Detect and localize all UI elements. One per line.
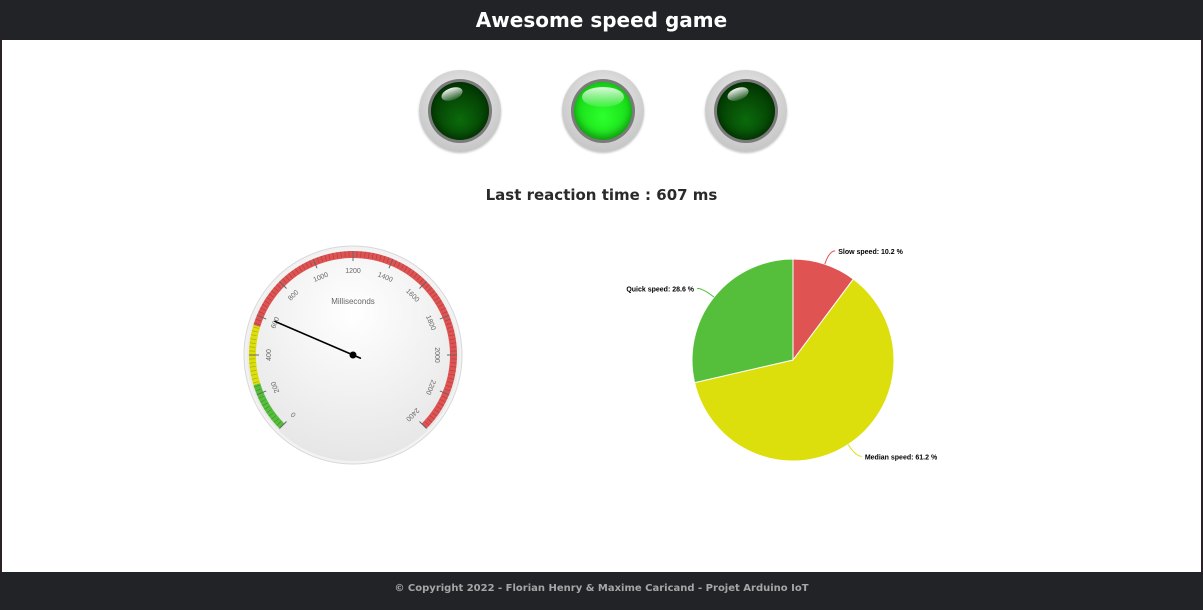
speed-pie-chart: Slow speed: 10.2 % Median speed: 61.2 % Qu…: [590, 232, 970, 477]
gauge-tick-label: 2000: [433, 347, 440, 363]
gauge-tick-label: 1200: [345, 268, 361, 275]
pie-label-connector: [696, 287, 715, 298]
led-right: [705, 70, 787, 152]
page-title: Awesome speed game: [475, 8, 728, 32]
led-middle-core: [574, 82, 632, 140]
reaction-gauge: 0 200 400 600 800 1000 1200 1400 1600 1800 2000 220…: [238, 240, 468, 470]
led-left-core: [431, 82, 489, 140]
copyright-text: © Copyright 2022 - Florian Henry & Maxim…: [394, 583, 809, 594]
page-header: Awesome speed game: [0, 0, 1203, 40]
pie-svg: Slow speed: 10.2 % Median speed: 61.2 % Qu…: [626, 249, 938, 462]
gauge-svg: 0200400600800100012001400160018002000220…: [243, 245, 463, 465]
last-reaction-time: Last reaction time : 607 ms: [485, 186, 718, 204]
pie-label-0: Slow speed: 10.2 %: [838, 249, 903, 256]
gauge-tick-label: 400: [266, 349, 273, 361]
gauge-title: Milliseconds: [331, 297, 375, 306]
led-left: [419, 70, 501, 152]
led-right-core: [717, 82, 775, 140]
pie-label-2: Quick speed: 28.6 %: [626, 286, 694, 293]
page-footer: © Copyright 2022 - Florian Henry & Maxim…: [0, 572, 1203, 610]
led-panel: [0, 70, 1203, 152]
led-middle: [562, 70, 644, 152]
pie-label-connector: [847, 444, 862, 457]
pie-label-1: Median speed: 61.2 %: [865, 454, 938, 461]
gauge-pivot: [349, 351, 357, 359]
pie-label-connector: [824, 250, 836, 265]
